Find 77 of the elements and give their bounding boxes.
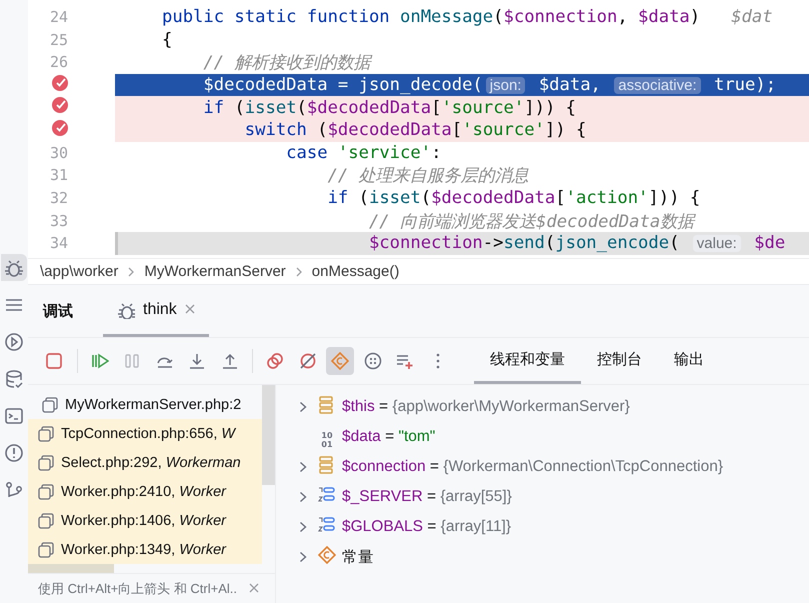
close-icon[interactable] xyxy=(249,583,259,593)
breakpoint-icon[interactable] xyxy=(52,120,68,136)
code-line: public static function onMessage($connection, $data) $dat xyxy=(161,6,774,29)
array-icon xyxy=(318,486,336,504)
line-number: 31 xyxy=(48,166,68,184)
bug-icon xyxy=(117,300,135,318)
breakpoint-icon[interactable] xyxy=(52,74,68,91)
stack-frame[interactable]: Worker.php:1349, Worker xyxy=(28,535,262,564)
resume-icon[interactable] xyxy=(90,352,108,370)
chevron-right-icon[interactable] xyxy=(299,401,307,413)
variable-row[interactable]: $this = {app\worker\MyWorkermanServer} xyxy=(276,392,809,422)
chevron-right-icon[interactable] xyxy=(299,491,307,503)
mute-breakpoints-icon[interactable] xyxy=(298,352,316,370)
stack-frame[interactable]: MyWorkermanServer.php:2 xyxy=(38,390,262,419)
stack-frame[interactable]: TcpConnection.php:656, W xyxy=(28,419,262,448)
stop-icon[interactable] xyxy=(45,352,63,370)
chevron-right-icon xyxy=(296,266,302,276)
scrollbar-thumb[interactable] xyxy=(28,564,114,573)
stack-frame[interactable]: Worker.php:2410, Worker xyxy=(28,477,262,506)
terminal-icon[interactable] xyxy=(4,406,24,426)
more-circle-icon[interactable] xyxy=(364,352,382,370)
code-line: if (isset($decodedData['action'])) { xyxy=(326,187,702,210)
panel-title: 调试 xyxy=(43,302,73,320)
line-number: 25 xyxy=(48,30,68,49)
breakpoints-icon[interactable] xyxy=(266,352,284,370)
code-line: case 'service': xyxy=(285,142,442,164)
code-line: // 解析接收到的数据 xyxy=(202,52,374,74)
constant-icon xyxy=(318,546,336,564)
frame-icon xyxy=(42,396,58,412)
variable-row[interactable]: 常量 xyxy=(276,542,809,572)
variable-row[interactable]: $_SERVER = {array[55]} xyxy=(276,482,809,512)
code-line: { xyxy=(161,28,174,52)
chevron-right-icon xyxy=(128,266,134,276)
variable-row[interactable]: 10 01 $data = "tom" xyxy=(276,422,809,452)
frame-icon xyxy=(38,426,54,442)
close-icon[interactable] xyxy=(184,304,195,314)
bug-icon[interactable] xyxy=(4,258,24,278)
line-number: 30 xyxy=(48,144,68,162)
object-icon xyxy=(318,456,336,474)
stack-frame[interactable]: Select.php:292, Workerman xyxy=(28,448,262,477)
scrollbar-thumb[interactable] xyxy=(262,385,275,485)
line-number: 24 xyxy=(48,8,68,26)
line-number: 32 xyxy=(48,189,68,208)
chevron-right-icon[interactable] xyxy=(299,551,307,563)
play-circle-icon[interactable] xyxy=(4,332,24,352)
chevron-right-icon[interactable] xyxy=(299,521,307,533)
line-number: 33 xyxy=(48,212,68,230)
code-line: // 处理来自服务层的消息 xyxy=(326,165,530,187)
line-number: 34 xyxy=(48,234,68,252)
frame-icon xyxy=(38,484,54,500)
code-line: // 向前端浏览器发送$decodedData数据 xyxy=(368,210,697,232)
chevron-right-icon[interactable] xyxy=(299,461,307,473)
branch-icon[interactable] xyxy=(4,480,24,500)
breadcrumb-item[interactable]: \app\worker xyxy=(40,263,118,280)
step-into-icon[interactable] xyxy=(188,352,206,370)
add-watch-icon[interactable] xyxy=(396,352,414,370)
frame-icon xyxy=(38,512,54,528)
step-out-icon[interactable] xyxy=(220,352,238,370)
hint-text: 使用 Ctrl+Alt+向上箭头 和 Ctrl+Al.. xyxy=(38,580,237,598)
frame-icon xyxy=(38,542,54,558)
stack-frame[interactable]: Worker.php:1406, Worker xyxy=(28,506,262,535)
breakpoint-icon[interactable] xyxy=(52,97,68,114)
variable-row[interactable]: $connection = {Workerman\Connection\TcpConnection} xyxy=(276,452,809,482)
breadcrumb-item[interactable]: MyWorkermanServer xyxy=(144,263,286,280)
object-icon xyxy=(318,396,336,414)
type-label: 10 01 xyxy=(320,431,334,449)
array-icon xyxy=(318,516,336,534)
session-tab[interactable]: think xyxy=(103,285,209,337)
variable-row[interactable]: $GLOBALS = {array[11]} xyxy=(276,512,809,542)
warning-icon[interactable] xyxy=(4,442,24,462)
view-tab[interactable]: 控制台 xyxy=(581,338,658,384)
frame-icon xyxy=(38,454,54,470)
database-icon[interactable] xyxy=(4,368,24,388)
view-tab[interactable]: 输出 xyxy=(658,338,720,384)
line-number: 26 xyxy=(48,53,68,72)
breadcrumb-item[interactable]: onMessage() xyxy=(312,263,400,280)
view-tab[interactable]: 线程和变量 xyxy=(474,338,581,384)
